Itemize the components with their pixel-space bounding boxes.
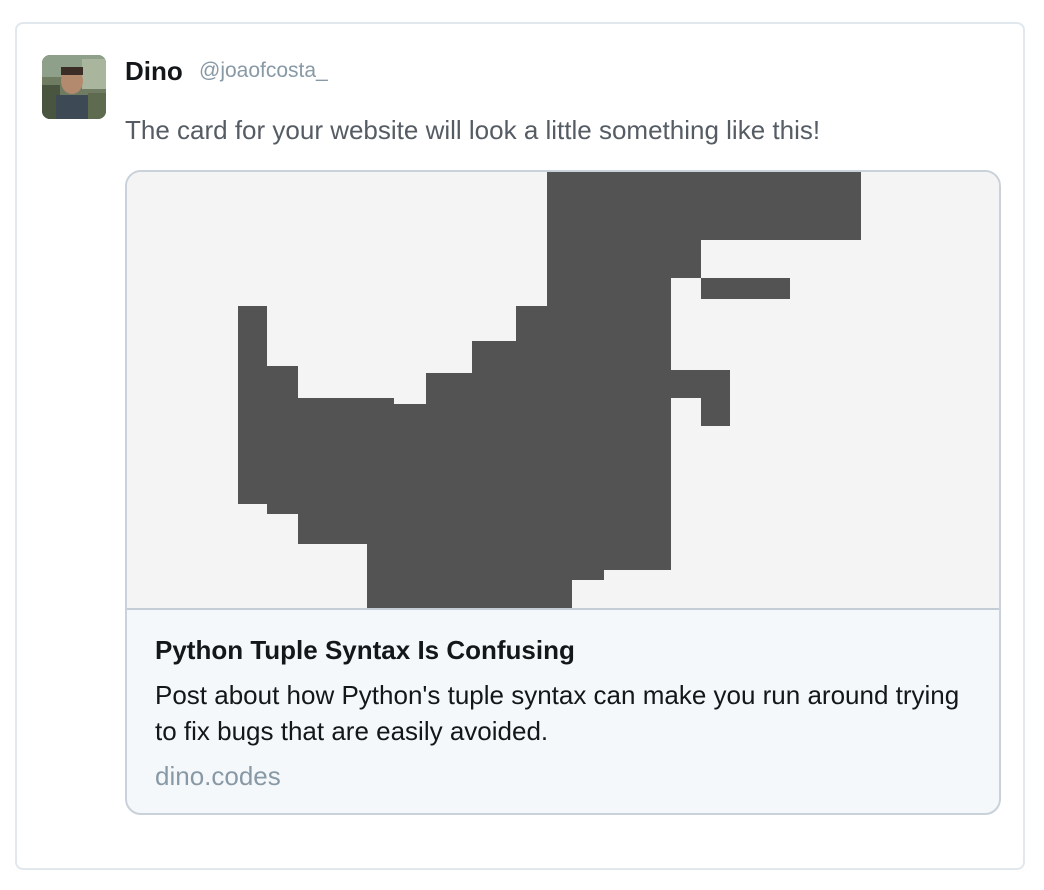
avatar-photo [42,55,106,119]
author-handle[interactable]: @joaofcosta_ [199,59,328,83]
card-description: Post about how Python's tuple syntax can… [155,680,960,746]
card-domain[interactable]: dino.codes [155,760,281,792]
pixel-dinosaur-icon [238,172,861,608]
tweet-container: Dino @joaofcosta_ The card for your webs… [15,22,1025,870]
avatar[interactable] [42,55,106,119]
tweet-text: The card for your website will look a li… [125,115,821,145]
author-name[interactable]: Dino [125,56,183,86]
link-card[interactable]: Python Tuple Syntax Is Confusing Post ab… [125,170,1001,815]
card-title[interactable]: Python Tuple Syntax Is Confusing [155,634,575,666]
card-image [127,172,999,610]
